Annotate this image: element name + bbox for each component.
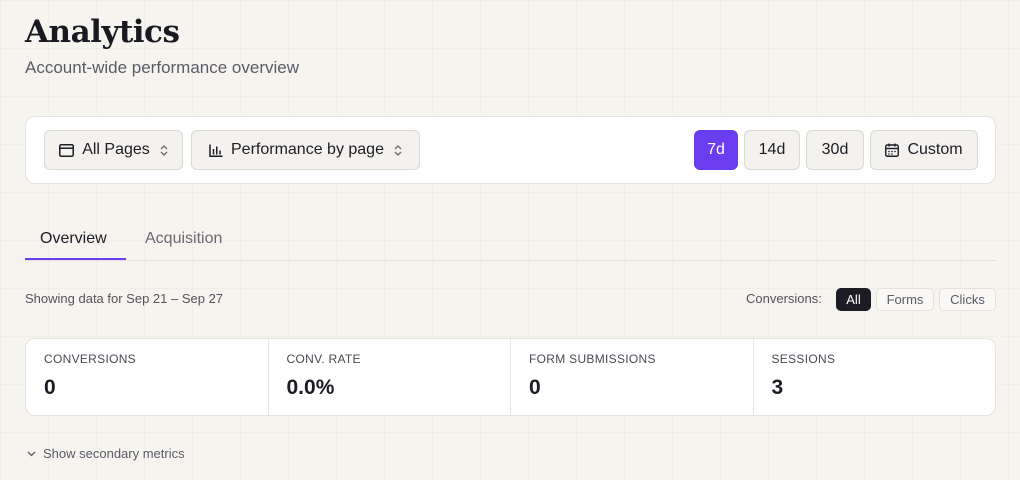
metric-sessions: SESSIONS 3	[754, 339, 996, 415]
metric-label: SESSIONS	[771, 352, 836, 366]
filter-clicks-chip[interactable]: Clicks	[939, 288, 996, 311]
custom-range-label: Custom	[907, 141, 963, 158]
chevron-down-icon	[27, 451, 36, 457]
toolbar: All Pages Performance by page 7d 14d 30d…	[25, 116, 996, 184]
range-30d-button[interactable]: 30d	[806, 130, 864, 170]
performance-view-label: Performance by page	[231, 141, 384, 158]
chevron-updown-icon	[394, 144, 402, 156]
metric-value: 3	[771, 376, 784, 399]
metric-form-submissions: FORM SUBMISSIONS 0	[511, 339, 754, 415]
bar-chart-icon	[209, 144, 223, 157]
tab-bar: Overview Acquisition	[25, 220, 996, 261]
chevron-updown-icon	[160, 144, 168, 156]
filter-forms-chip[interactable]: Forms	[876, 288, 934, 311]
page-subtitle: Account-wide performance overview	[25, 58, 300, 77]
metric-conversions: CONVERSIONS 0	[26, 339, 269, 415]
metric-value: 0	[529, 376, 541, 399]
tab-acquisition[interactable]: Acquisition	[145, 230, 222, 248]
metric-label: FORM SUBMISSIONS	[529, 352, 656, 366]
metric-label: CONV. RATE	[286, 352, 361, 366]
custom-range-button[interactable]: Custom	[870, 130, 978, 170]
page-title: Analytics	[25, 14, 180, 50]
range-14d-button[interactable]: 14d	[744, 130, 800, 170]
all-pages-select[interactable]: All Pages	[44, 130, 183, 170]
filter-all-chip[interactable]: All	[836, 288, 871, 311]
date-range-text: Showing data for Sep 21 – Sep 27	[25, 291, 224, 306]
range-7d-button[interactable]: 7d	[694, 130, 738, 170]
all-pages-label: All Pages	[82, 141, 150, 158]
show-secondary-metrics-toggle[interactable]: Show secondary metrics	[27, 446, 185, 461]
performance-view-select[interactable]: Performance by page	[191, 130, 420, 170]
metric-conv-rate: CONV. RATE 0.0%	[269, 339, 511, 415]
metric-value: 0	[44, 376, 56, 399]
calendar-icon	[885, 143, 900, 157]
metric-value: 0.0%	[286, 376, 335, 399]
browser-window-icon	[59, 143, 75, 157]
conversions-filter-label: Conversions:	[746, 291, 822, 306]
tab-overview[interactable]: Overview	[40, 230, 107, 248]
metrics-card: CONVERSIONS 0 CONV. RATE 0.0% FORM SUBMI…	[25, 338, 996, 416]
active-tab-indicator	[25, 258, 126, 260]
show-secondary-metrics-label: Show secondary metrics	[43, 446, 185, 461]
metric-label: CONVERSIONS	[44, 352, 136, 366]
